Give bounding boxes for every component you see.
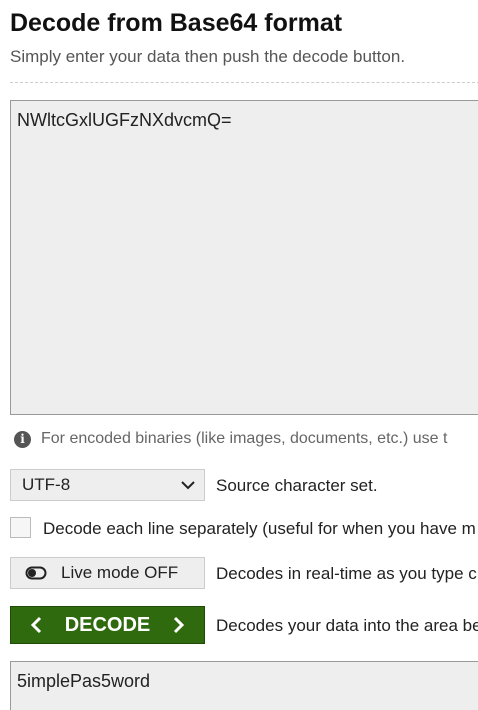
decode-button[interactable]: DECODE	[10, 606, 205, 644]
live-mode-description: Decodes in real-time as you type c	[216, 564, 477, 583]
live-mode-label: Live mode OFF	[61, 563, 179, 582]
decode-description: Decodes your data into the area be	[216, 616, 478, 635]
charset-selected-value: UTF-8	[22, 475, 71, 494]
output-text: 5implePas5word	[17, 671, 151, 691]
chevron-left-icon	[30, 616, 42, 634]
input-text: NWltcGxlUGFzNXdvcmQ=	[17, 110, 232, 130]
info-note: i For encoded binaries (like images, doc…	[14, 428, 447, 450]
decode-lines-label: Decode each line separately (useful for …	[43, 519, 476, 538]
output-textarea[interactable]: 5implePas5word	[10, 661, 478, 710]
chevron-down-icon	[181, 481, 195, 490]
decode-label: DECODE	[64, 613, 151, 636]
live-mode-button[interactable]: Live mode OFF	[10, 557, 205, 589]
info-text: For encoded binaries (like images, docum…	[41, 430, 448, 447]
input-textarea[interactable]: NWltcGxlUGFzNXdvcmQ=	[10, 100, 478, 415]
info-icon: i	[14, 430, 31, 448]
decode-lines-checkbox[interactable]	[10, 517, 31, 538]
divider	[10, 82, 478, 83]
charset-description: Source character set.	[216, 476, 378, 495]
toggle-off-icon	[25, 566, 47, 580]
charset-select[interactable]: UTF-8	[10, 469, 205, 501]
page-subtitle: Simply enter your data then push the dec…	[10, 47, 406, 66]
page-title: Decode from Base64 format	[10, 9, 343, 37]
page: Decode from Base64 format Simply enter y…	[0, 0, 478, 710]
chevron-right-icon	[173, 616, 185, 634]
